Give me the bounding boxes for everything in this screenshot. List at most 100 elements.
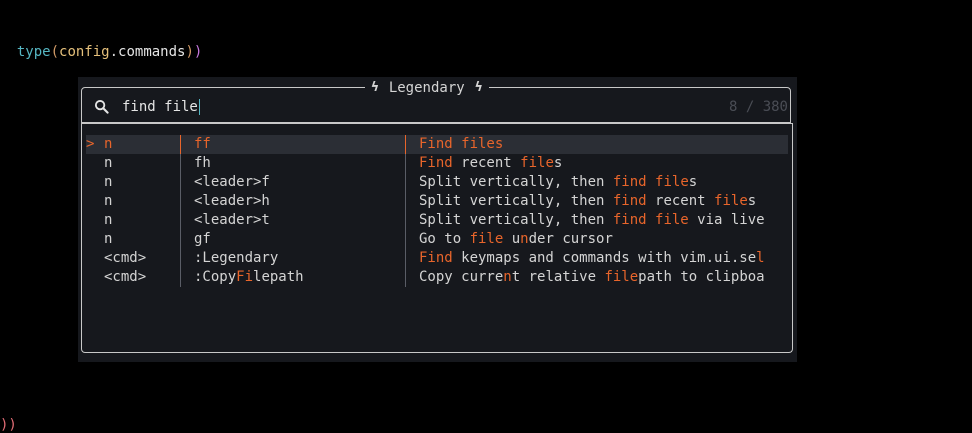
description-segment: Go to bbox=[419, 231, 470, 247]
row-mode: n bbox=[104, 231, 113, 247]
row-description: Find keymaps and commands with vim.ui.se… bbox=[419, 249, 788, 268]
bolt-icon: ϟ bbox=[474, 80, 483, 95]
description-segment: Copy curre bbox=[419, 269, 504, 285]
search-query: find file bbox=[122, 99, 198, 115]
key-segment: gf bbox=[194, 231, 211, 247]
row-keys: ff bbox=[194, 135, 211, 154]
row-keys: fh bbox=[194, 154, 211, 173]
description-segment: s bbox=[747, 193, 757, 209]
description-segment: via live bbox=[688, 212, 765, 228]
column-separator bbox=[405, 249, 406, 268]
key-segment: fh bbox=[194, 155, 211, 171]
column-separator bbox=[405, 211, 406, 230]
editor-code-line: type(config.commands)) bbox=[0, 22, 202, 60]
row-keys: :CopyFilepath bbox=[194, 268, 304, 287]
description-segment: t relative bbox=[511, 269, 605, 285]
description-segment bbox=[647, 174, 655, 190]
key-segment: Fi bbox=[236, 269, 254, 285]
description-segment: path to clipboa bbox=[638, 269, 765, 285]
description-segment: recent bbox=[646, 193, 715, 209]
code-token: ) bbox=[193, 44, 203, 60]
row-description: Find files bbox=[419, 135, 788, 154]
code-token: type bbox=[16, 44, 51, 60]
code-token: ( bbox=[50, 44, 60, 60]
description-segment: n bbox=[520, 231, 529, 247]
description-segment: n bbox=[503, 269, 512, 285]
key-segment: ff bbox=[194, 136, 211, 152]
description-segment: find bbox=[612, 193, 647, 209]
code-token: config bbox=[59, 44, 110, 60]
result-row[interactable]: n gf Go to file under cursor bbox=[86, 230, 788, 249]
row-description: Copy current relative filepath to clipbo… bbox=[419, 268, 788, 287]
column-separator bbox=[405, 268, 406, 287]
description-segment: Split vertically, then bbox=[419, 193, 613, 209]
key-segment: <leader>h bbox=[194, 193, 270, 209]
result-row[interactable]: <cmd> :Legendary Find keymaps and commands… bbox=[86, 249, 788, 268]
key-segment: <leader>t bbox=[194, 212, 270, 228]
key-segment: :Legendary bbox=[194, 250, 279, 266]
row-mode: n bbox=[104, 212, 113, 228]
column-separator bbox=[180, 192, 181, 211]
row-mode: n bbox=[104, 193, 113, 209]
row-description: Go to file under cursor bbox=[419, 230, 788, 249]
description-segment: file bbox=[469, 231, 504, 247]
description-segment: der cursor bbox=[528, 231, 613, 247]
description-segment: Find bbox=[419, 155, 453, 171]
description-segment: find bbox=[612, 174, 647, 190]
column-separator bbox=[405, 192, 406, 211]
code-token: commands bbox=[118, 44, 186, 60]
column-separator bbox=[405, 154, 406, 173]
column-separator bbox=[405, 230, 406, 249]
column-separator bbox=[180, 173, 181, 192]
code-token: ) bbox=[185, 44, 194, 60]
selection-marker: > bbox=[86, 136, 95, 152]
result-row[interactable]: > n ff Find files bbox=[86, 135, 788, 154]
description-segment: file bbox=[655, 174, 689, 190]
search-icon bbox=[94, 99, 109, 114]
row-mode: n bbox=[104, 174, 113, 190]
description-segment: Split vertically, then bbox=[419, 174, 613, 190]
search-input[interactable]: find file bbox=[122, 97, 201, 117]
result-row[interactable]: <cmd> :CopyFilepath Copy current relative … bbox=[86, 268, 788, 287]
column-separator bbox=[180, 154, 181, 173]
text-cursor bbox=[198, 99, 201, 115]
column-separator bbox=[180, 230, 181, 249]
description-segment: keymaps and commands with vim.ui.se bbox=[452, 250, 757, 266]
description-segment: u bbox=[511, 231, 521, 247]
row-mode: <cmd> bbox=[104, 250, 147, 266]
description-segment: file bbox=[604, 269, 639, 285]
row-keys: <leader>h bbox=[194, 192, 270, 211]
key-segment: <leader>f bbox=[194, 174, 270, 190]
description-segment: s bbox=[553, 155, 563, 171]
column-separator bbox=[405, 173, 406, 192]
result-row[interactable]: n <leader>f Split vertically, then find fi… bbox=[86, 173, 788, 192]
row-description: Find recent files bbox=[419, 154, 788, 173]
description-segment: recent bbox=[452, 155, 521, 171]
key-segment: :Copy bbox=[194, 269, 237, 285]
row-mode: n bbox=[104, 136, 113, 152]
description-segment: find file bbox=[612, 212, 689, 228]
column-separator bbox=[180, 135, 181, 154]
description-segment: file bbox=[520, 155, 554, 171]
column-separator bbox=[180, 211, 181, 230]
picker-title: ϟ Legendary ϟ bbox=[365, 79, 489, 97]
row-keys: <leader>t bbox=[194, 211, 270, 230]
row-keys: <leader>f bbox=[194, 173, 270, 192]
description-segment: file bbox=[714, 193, 748, 209]
column-separator bbox=[180, 249, 181, 268]
result-row[interactable]: n fh Find recent files bbox=[86, 154, 788, 173]
row-description: Split vertically, then find file via liv… bbox=[419, 211, 788, 230]
row-mode: n bbox=[104, 155, 113, 171]
result-row[interactable]: n <leader>t Split vertically, then find fi… bbox=[86, 211, 788, 230]
bolt-icon: ϟ bbox=[371, 80, 379, 95]
code-token: . bbox=[109, 44, 119, 60]
result-row[interactable]: n <leader>h Split vertically, then find re… bbox=[86, 192, 788, 211]
row-keys: :Legendary bbox=[194, 249, 278, 268]
description-segment: l bbox=[756, 250, 765, 266]
description-segment bbox=[503, 231, 511, 247]
row-description: Split vertically, then find recent files bbox=[419, 192, 788, 211]
description-segment: Find bbox=[419, 250, 453, 266]
key-segment: lepath bbox=[253, 269, 304, 285]
row-mode: <cmd> bbox=[104, 269, 147, 285]
column-separator bbox=[405, 135, 406, 154]
